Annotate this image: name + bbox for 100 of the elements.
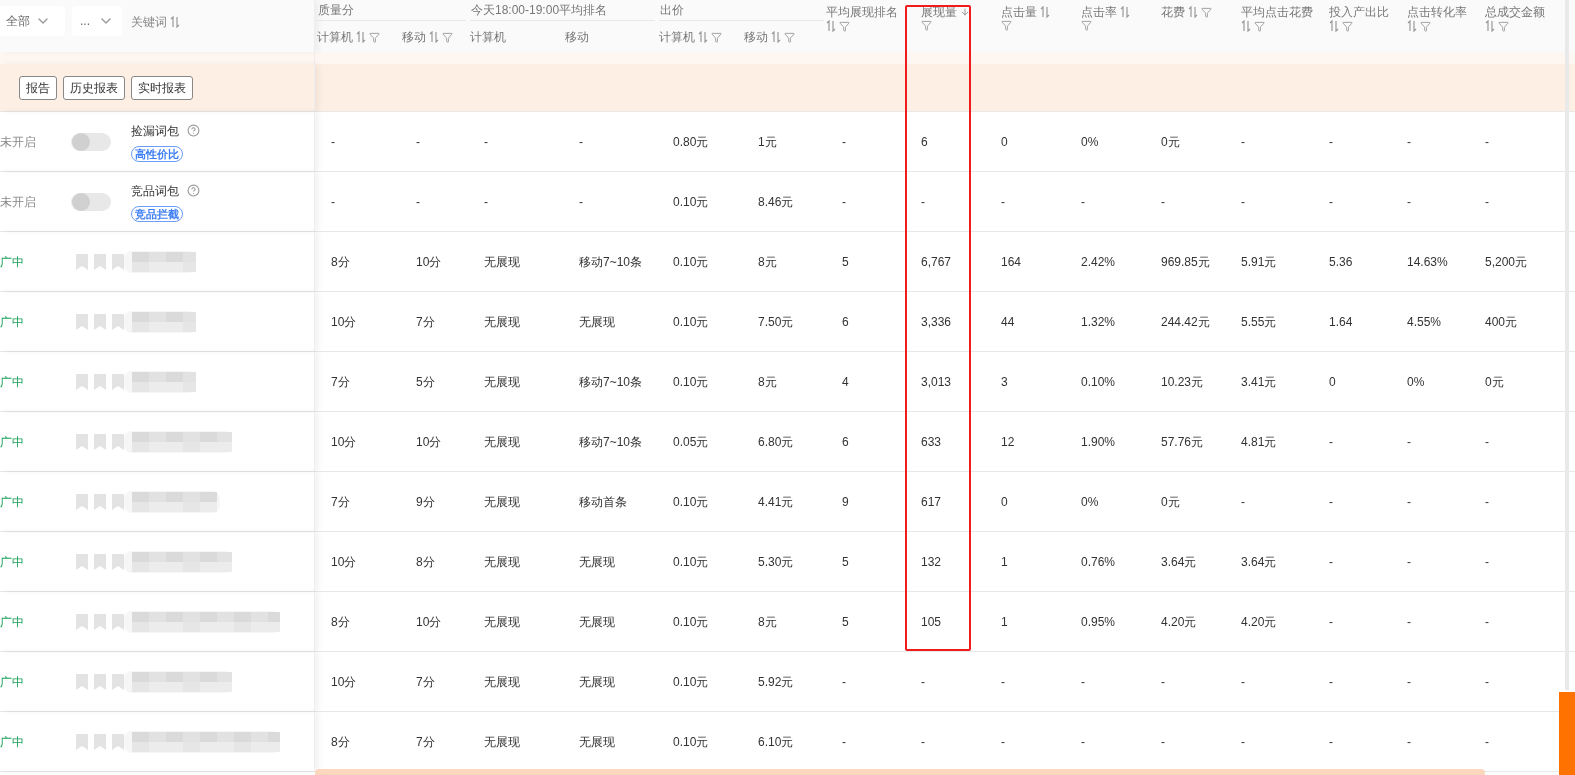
table-cell-text: 5 <box>842 613 849 631</box>
table-cell-text: 无展现 <box>484 493 520 511</box>
filter-icon[interactable] <box>1420 20 1431 32</box>
bookmark-icon[interactable] <box>76 553 88 570</box>
sort-icon[interactable] <box>1120 6 1130 18</box>
bookmark-icon[interactable] <box>76 373 88 390</box>
table-cell-text: 4 <box>842 373 849 391</box>
side-tab[interactable] <box>1559 692 1575 775</box>
table-cell-text: 5.55元 <box>1241 313 1277 331</box>
table-cell-text: 3.41元 <box>1241 373 1277 391</box>
bookmark-icon[interactable] <box>76 313 88 330</box>
bookmark-icon[interactable] <box>94 253 106 270</box>
table-cell-text: 0.10元 <box>673 673 709 691</box>
sort-icon[interactable] <box>1407 20 1417 32</box>
table-cell-text: 0.10元 <box>673 253 709 271</box>
sort-icon[interactable] <box>1241 20 1251 32</box>
filter-icon[interactable] <box>1498 20 1509 32</box>
filter-icon[interactable] <box>1342 20 1353 32</box>
column-header: 计算机 <box>470 29 506 45</box>
status-text: 广中 <box>0 434 24 449</box>
table-cell-text: 无展现 <box>484 313 520 331</box>
table-cell-text: 8分 <box>416 553 435 571</box>
toggle-switch[interactable] <box>71 192 111 211</box>
column-header: 平均点击花费 <box>1241 4 1313 20</box>
table-cell-text: - <box>1485 493 1489 511</box>
help-icon[interactable] <box>187 184 200 197</box>
sort-icon[interactable] <box>1188 6 1198 18</box>
filter-icon[interactable] <box>1001 20 1012 31</box>
column-header: 点击转化率 <box>1407 4 1467 20</box>
filter-icon[interactable] <box>1201 6 1212 18</box>
bookmark-icon[interactable] <box>94 373 106 390</box>
bookmark-icon[interactable] <box>94 733 106 750</box>
bookmark-icon[interactable] <box>94 553 106 570</box>
table-cell-text: 2.42% <box>1081 253 1116 271</box>
sort-descending-icon[interactable] <box>960 6 970 18</box>
sort-icon[interactable] <box>429 31 439 43</box>
table-cell-text: 0% <box>1407 373 1425 391</box>
table-cell-text: 6 <box>842 433 849 451</box>
table-cell-text: 969.85元 <box>1161 253 1210 271</box>
table-cell-text: 无展现 <box>484 253 520 271</box>
sort-icon[interactable] <box>698 31 708 43</box>
report-button[interactable]: 报告 <box>19 75 57 100</box>
bookmark-icon[interactable] <box>76 253 88 270</box>
table-cell-text: 1.90% <box>1081 433 1116 451</box>
table-cell-text: - <box>1241 493 1245 511</box>
table-cell-text: 617 <box>921 493 942 511</box>
filter-icon[interactable] <box>921 20 932 31</box>
filter-icon[interactable] <box>839 20 850 32</box>
bookmark-icon[interactable] <box>94 673 106 690</box>
column-header: 点击率 <box>1081 4 1117 20</box>
table-cell-text: 0.10% <box>1081 373 1116 391</box>
table-cell-text: 0元 <box>1161 493 1180 511</box>
table-cell-text: 0.05元 <box>673 433 709 451</box>
bookmark-icon[interactable] <box>94 433 106 450</box>
bookmark-icon[interactable] <box>76 493 88 510</box>
sort-icon[interactable] <box>826 20 836 32</box>
table-cell-text: - <box>1241 673 1245 691</box>
bookmark-icon[interactable] <box>76 673 88 690</box>
table-cell-text: 10.23元 <box>1161 373 1204 391</box>
table-cell-text: - <box>1329 553 1333 571</box>
filter-select[interactable]: ... <box>72 6 122 36</box>
table-cell-text: - <box>1485 733 1489 751</box>
table-cell-text: 无展现 <box>484 373 520 391</box>
toggle-switch[interactable] <box>71 132 111 151</box>
bookmark-icon[interactable] <box>76 733 88 750</box>
table-cell-text: 5 <box>842 253 849 271</box>
bookmark-icon[interactable] <box>94 313 106 330</box>
filter-icon[interactable] <box>369 31 380 43</box>
table-cell-text: 6 <box>921 133 928 151</box>
sort-icon[interactable] <box>170 16 180 28</box>
report-button[interactable]: 历史报表 <box>63 75 125 100</box>
bookmark-icon[interactable] <box>76 433 88 450</box>
table-cell-text: 3.64元 <box>1241 553 1277 571</box>
table-cell-text: 移动7~10条 <box>579 253 643 271</box>
sort-icon[interactable] <box>1040 6 1050 18</box>
table-cell-text: 0.10元 <box>673 553 709 571</box>
filter-select[interactable]: 全部 <box>0 6 65 36</box>
table-cell-text: 无展现 <box>579 733 615 751</box>
filter-icon[interactable] <box>711 31 722 43</box>
sort-icon[interactable] <box>1485 20 1495 32</box>
filter-icon[interactable] <box>442 31 453 43</box>
table-cell-text: 8.46元 <box>758 193 794 211</box>
report-button[interactable]: 实时报表 <box>131 75 193 100</box>
sort-icon[interactable] <box>771 31 781 43</box>
table-cell-text: 7分 <box>416 313 435 331</box>
table-cell-text: - <box>1329 493 1333 511</box>
table-cell-text: - <box>921 733 925 751</box>
filter-icon[interactable] <box>1254 20 1265 32</box>
bookmark-icon[interactable] <box>94 493 106 510</box>
table-cell-text: - <box>484 193 488 211</box>
bookmark-icon[interactable] <box>76 613 88 630</box>
table-cell-text: - <box>1001 673 1005 691</box>
column-header: 展现量 <box>921 4 957 20</box>
help-icon[interactable] <box>187 124 200 137</box>
scrollbar[interactable] <box>315 769 1485 775</box>
sort-icon[interactable] <box>1329 20 1339 32</box>
filter-icon[interactable] <box>1081 20 1092 31</box>
sort-icon[interactable] <box>356 31 366 43</box>
filter-icon[interactable] <box>784 31 795 43</box>
bookmark-icon[interactable] <box>94 613 106 630</box>
